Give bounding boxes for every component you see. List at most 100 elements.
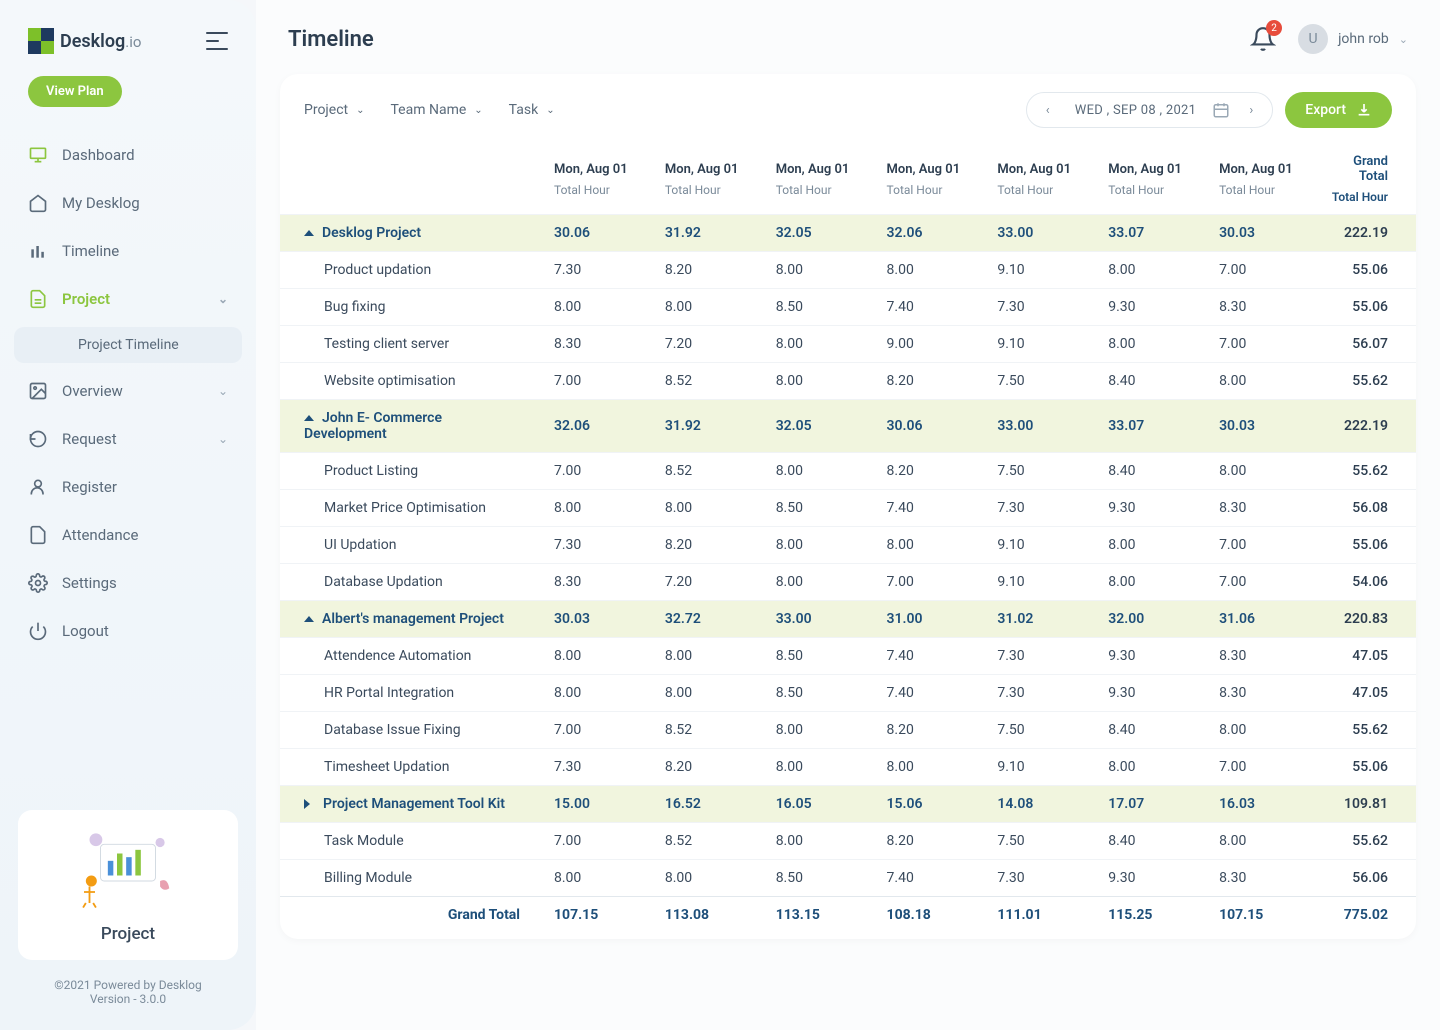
chevron-down-icon: ⌄ bbox=[218, 384, 228, 398]
page-title: Timeline bbox=[288, 27, 374, 52]
prev-day-button[interactable]: ‹ bbox=[1037, 99, 1059, 121]
footer-copyright: ©2021 Powered by Desklog bbox=[6, 978, 250, 992]
task-row: Attendence Automation8.008.008.507.407.3… bbox=[280, 638, 1416, 675]
filter-team[interactable]: Team Name⌄ bbox=[391, 102, 483, 118]
footer-version: Version - 3.0.0 bbox=[6, 992, 250, 1006]
calendar-icon[interactable] bbox=[1212, 101, 1230, 119]
avatar: U bbox=[1298, 24, 1328, 54]
sidebar-subitem-project-timeline[interactable]: Project Timeline bbox=[14, 327, 242, 363]
notifications-button[interactable]: 2 bbox=[1250, 26, 1276, 52]
sidebar-item-label: Register bbox=[62, 478, 117, 496]
timeline-panel: Project⌄ Team Name⌄ Task⌄ ‹ WED , SEP 08… bbox=[280, 74, 1416, 939]
date-navigator: ‹ WED , SEP 08 , 2021 › bbox=[1026, 92, 1274, 128]
grand-total-row: Grand Total107.15113.08113.15108.18111.0… bbox=[280, 897, 1416, 934]
promo-illustration-icon bbox=[73, 826, 183, 916]
home-icon bbox=[28, 193, 48, 213]
notification-badge: 2 bbox=[1266, 20, 1282, 36]
section-row[interactable]: Desklog Project30.0631.9232.0532.0633.00… bbox=[280, 215, 1416, 252]
power-icon bbox=[28, 621, 48, 641]
caret-up-icon bbox=[304, 230, 314, 236]
filter-project[interactable]: Project⌄ bbox=[304, 102, 365, 118]
task-row: Billing Module8.008.008.507.407.309.308.… bbox=[280, 860, 1416, 897]
brand-name: Desklog bbox=[60, 31, 125, 52]
col-header: Mon, Aug 01Total Hour bbox=[540, 144, 651, 215]
current-date: WED , SEP 08 , 2021 bbox=[1069, 103, 1203, 118]
logo: Desklog.io bbox=[28, 28, 141, 54]
col-header: Mon, Aug 01Total Hour bbox=[1205, 144, 1316, 215]
section-row[interactable]: John E- Commerce Development32.0631.9232… bbox=[280, 400, 1416, 453]
download-icon bbox=[1356, 102, 1372, 118]
sidebar-item-label: Logout bbox=[62, 622, 109, 640]
image-icon bbox=[28, 381, 48, 401]
chevron-down-icon: ⌄ bbox=[474, 105, 482, 116]
sidebar-item-settings[interactable]: Settings bbox=[0, 559, 256, 607]
sidebar-item-attendance[interactable]: Attendance bbox=[0, 511, 256, 559]
sidebar-item-project[interactable]: Project ⌄ bbox=[0, 275, 256, 323]
view-plan-button[interactable]: View Plan bbox=[28, 76, 122, 107]
sidebar-item-label: Overview bbox=[62, 382, 123, 400]
chevron-down-icon: ⌄ bbox=[218, 292, 228, 306]
chevron-down-icon: ⌄ bbox=[546, 105, 554, 116]
promo-card: Project bbox=[18, 810, 238, 960]
sidebar-item-logout[interactable]: Logout bbox=[0, 607, 256, 655]
gear-icon bbox=[28, 573, 48, 593]
sidebar-item-label: Attendance bbox=[62, 526, 138, 544]
col-header: Mon, Aug 01Total Hour bbox=[762, 144, 873, 215]
user-icon bbox=[28, 477, 48, 497]
sidebar-item-label: Settings bbox=[62, 574, 117, 592]
task-row: Database Updation8.307.208.007.009.108.0… bbox=[280, 564, 1416, 601]
sidebar-item-request[interactable]: Request ⌄ bbox=[0, 415, 256, 463]
next-day-button[interactable]: › bbox=[1240, 99, 1262, 121]
sidebar-item-label: Project bbox=[62, 290, 110, 308]
sidebar: Desklog.io View Plan Dashboard My Desklo… bbox=[0, 0, 256, 1030]
task-row: Testing client server8.307.208.009.009.1… bbox=[280, 326, 1416, 363]
task-row: Bug fixing8.008.008.507.407.309.308.3055… bbox=[280, 289, 1416, 326]
caret-right-icon bbox=[304, 799, 315, 809]
sidebar-item-label: Request bbox=[62, 430, 117, 448]
user-name: john rob bbox=[1338, 31, 1389, 47]
footer: ©2021 Powered by Desklog Version - 3.0.0 bbox=[0, 972, 256, 1012]
main: Timeline 2 U john rob ⌄ Project⌄ Team Na… bbox=[256, 0, 1440, 1030]
menu-toggle-icon[interactable] bbox=[206, 32, 228, 50]
section-row[interactable]: Project Management Tool Kit15.0016.5216.… bbox=[280, 786, 1416, 823]
brand-suffix: .io bbox=[125, 33, 141, 51]
history-icon bbox=[28, 429, 48, 449]
monitor-icon bbox=[28, 145, 48, 165]
nav: Dashboard My Desklog Timeline Project ⌄ P… bbox=[0, 125, 256, 798]
task-row: Database Issue Fixing7.008.528.008.207.5… bbox=[280, 712, 1416, 749]
task-row: Website optimisation7.008.528.008.207.50… bbox=[280, 363, 1416, 400]
file-icon bbox=[28, 289, 48, 309]
sidebar-item-label: Dashboard bbox=[62, 146, 135, 164]
export-button[interactable]: Export bbox=[1285, 92, 1392, 128]
sidebar-item-label: Timeline bbox=[62, 242, 119, 260]
task-row: Market Price Optimisation8.008.008.507.4… bbox=[280, 490, 1416, 527]
task-row: HR Portal Integration8.008.008.507.407.3… bbox=[280, 675, 1416, 712]
sidebar-item-register[interactable]: Register bbox=[0, 463, 256, 511]
task-row: Timesheet Updation7.308.208.008.009.108.… bbox=[280, 749, 1416, 786]
section-row[interactable]: Albert's management Project30.0332.7233.… bbox=[280, 601, 1416, 638]
user-menu[interactable]: U john rob ⌄ bbox=[1298, 24, 1408, 54]
logo-icon bbox=[28, 28, 54, 54]
sidebar-item-dashboard[interactable]: Dashboard bbox=[0, 131, 256, 179]
col-header: Mon, Aug 01Total Hour bbox=[873, 144, 984, 215]
chart-icon bbox=[28, 241, 48, 261]
promo-title: Project bbox=[34, 924, 222, 944]
filter-task[interactable]: Task⌄ bbox=[509, 102, 555, 118]
col-header: Mon, Aug 01Total Hour bbox=[651, 144, 762, 215]
col-header-grand-total: Grand TotalTotal Hour bbox=[1316, 144, 1416, 215]
sidebar-item-label: My Desklog bbox=[62, 194, 140, 212]
sidebar-item-overview[interactable]: Overview ⌄ bbox=[0, 367, 256, 415]
chevron-down-icon: ⌄ bbox=[1399, 33, 1408, 46]
col-header: Mon, Aug 01Total Hour bbox=[983, 144, 1094, 215]
task-row: Product Listing7.008.528.008.207.508.408… bbox=[280, 453, 1416, 490]
chevron-down-icon: ⌄ bbox=[356, 105, 364, 116]
sidebar-item-my-desklog[interactable]: My Desklog bbox=[0, 179, 256, 227]
document-icon bbox=[28, 525, 48, 545]
chevron-down-icon: ⌄ bbox=[218, 432, 228, 446]
task-row: Product updation7.308.208.008.009.108.00… bbox=[280, 252, 1416, 289]
timeline-table: Mon, Aug 01Total Hour Mon, Aug 01Total H… bbox=[280, 144, 1416, 933]
task-row: Task Module7.008.528.008.207.508.408.005… bbox=[280, 823, 1416, 860]
col-header: Mon, Aug 01Total Hour bbox=[1094, 144, 1205, 215]
task-row: UI Updation7.308.208.008.009.108.007.005… bbox=[280, 527, 1416, 564]
sidebar-item-timeline[interactable]: Timeline bbox=[0, 227, 256, 275]
